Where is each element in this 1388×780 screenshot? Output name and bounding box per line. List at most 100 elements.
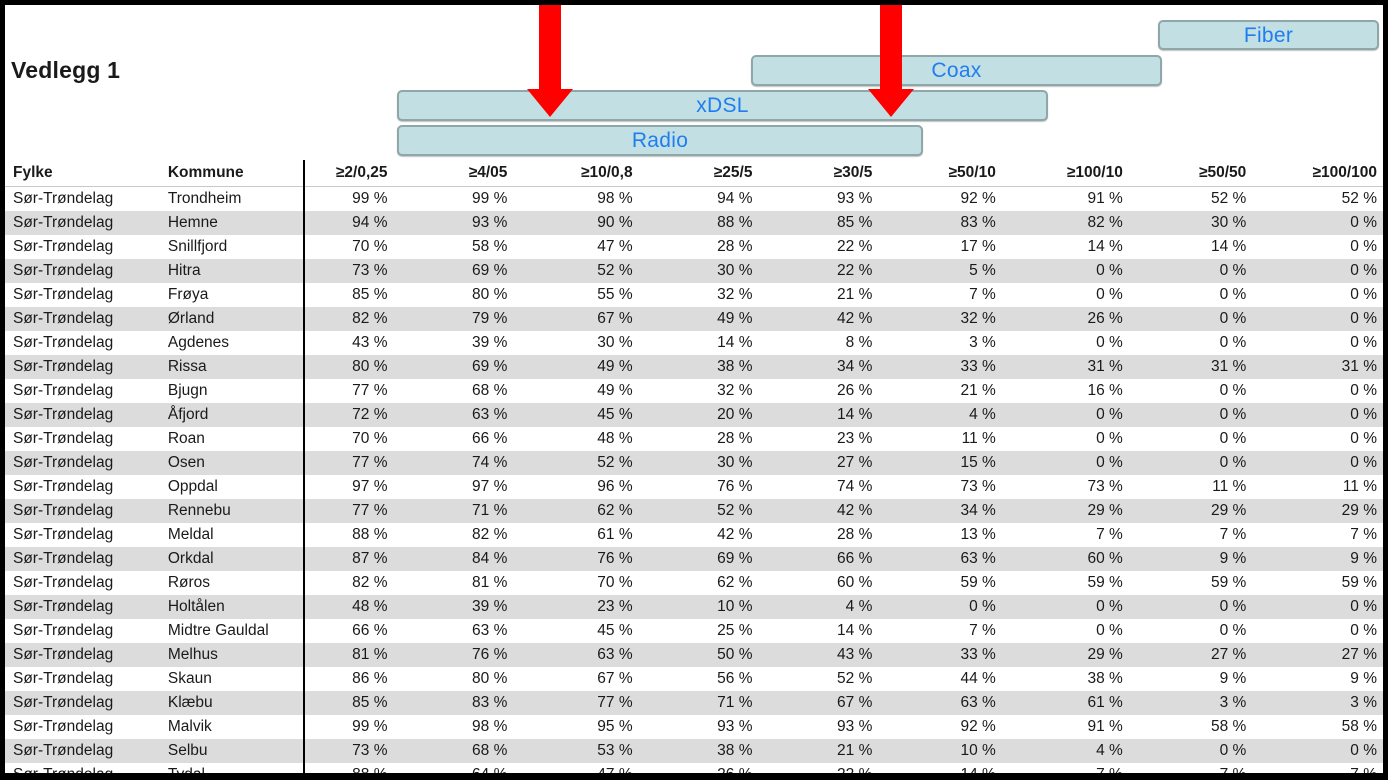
cell-coverage-1: 85 % <box>304 691 431 715</box>
table-row[interactable]: Sør-Trøndelag Trondheim 99 % 99 % 98 % 94 % 93… <box>5 186 1383 211</box>
cell-coverage-3: 76 % <box>550 547 676 571</box>
cell-coverage-1: 88 % <box>304 763 431 773</box>
cell-fylke: Sør-Trøndelag <box>13 430 114 447</box>
cell-coverage-2: 93 % <box>430 211 551 235</box>
table-row[interactable]: Sør-Trøndelag Midtre Gauldal 66 % 63 % 45 % 2… <box>5 619 1383 643</box>
column-header-2-0-25[interactable]: ≥2/0,25 <box>304 160 431 187</box>
table-row[interactable]: Sør-Trøndelag Selbu 73 % 68 % 53 % 38 % 21 % 10… <box>5 739 1383 763</box>
cell-coverage-1: 66 % <box>352 622 388 639</box>
table-row[interactable]: Sør-Trøndelag Hemne 94 % 93 % 90 % 88 % 85 % 83… <box>5 211 1383 235</box>
cell-kommune: Orkdal <box>159 547 306 571</box>
cell-coverage-1: 86 % <box>352 670 388 687</box>
cell-coverage-4: 56 % <box>717 670 753 687</box>
legend-bar-xdsl[interactable]: xDSL <box>397 90 1048 121</box>
cell-coverage-4: 42 % <box>717 526 753 543</box>
cell-coverage-8: 9 % <box>1219 670 1247 687</box>
cell-coverage-9: 58 % <box>1341 718 1377 735</box>
table-row[interactable]: Sør-Trøndelag Bjugn 77 % 68 % 49 % 32 % 26 % 21… <box>5 379 1383 403</box>
column-header-50-50[interactable]: ≥50/50 <box>1165 160 1290 187</box>
cell-fylke: Sør-Trøndelag <box>5 739 160 763</box>
cell-coverage-3: 90 % <box>550 211 676 235</box>
cell-coverage-7: 7 % <box>1096 526 1123 543</box>
legend-bar-fiber[interactable]: Fiber <box>1158 20 1379 50</box>
table-row[interactable]: Sør-Trøndelag Orkdal 87 % 84 % 76 % 69 % 66 % 6… <box>5 547 1383 571</box>
cell-coverage-2: 63 % <box>472 622 508 639</box>
table-row[interactable]: Sør-Trøndelag Roan 70 % 66 % 48 % 28 % 23 % 11 … <box>5 427 1383 451</box>
cell-coverage-9: 29 % <box>1289 499 1383 523</box>
cell-coverage-9: 0 % <box>1350 334 1377 351</box>
cell-coverage-2: 58 % <box>472 238 508 255</box>
cell-coverage-9: 0 % <box>1289 259 1383 283</box>
table-row[interactable]: Sør-Trøndelag Klæbu 85 % 83 % 77 % 71 % 67 % 63… <box>5 691 1383 715</box>
cell-kommune: Midtre Gauldal <box>159 619 306 643</box>
column-header-10-0-8[interactable]: ≥10/0,8 <box>550 160 676 187</box>
cell-coverage-5: 8 % <box>845 334 873 351</box>
table-row[interactable]: Sør-Trøndelag Melhus 81 % 76 % 63 % 50 % 43 % 3… <box>5 643 1383 667</box>
table-row[interactable]: Sør-Trøndelag Osen 77 % 74 % 52 % 30 % 27 % 15 … <box>5 451 1383 475</box>
cell-coverage-2: 71 % <box>430 499 551 523</box>
cell-coverage-8: 0 % <box>1165 739 1290 763</box>
column-header-100-100[interactable]: ≥100/100 <box>1289 160 1383 187</box>
table-row[interactable]: Sør-Trøndelag Røros 82 % 81 % 70 % 62 % 60 % 59… <box>5 571 1383 595</box>
cell-coverage-8: 59 % <box>1210 574 1247 591</box>
table-row[interactable]: Sør-Trøndelag Frøya 85 % 80 % 55 % 32 % 21 % 7 … <box>5 283 1383 307</box>
column-header-100-10[interactable]: ≥100/10 <box>1038 160 1166 187</box>
cell-coverage-6: 92 % <box>960 718 996 735</box>
cell-coverage-2: 64 % <box>430 763 551 773</box>
table-row[interactable]: Sør-Trøndelag Tydal 88 % 64 % 47 % 26 % 22 % 14… <box>5 763 1383 773</box>
table-row[interactable]: Sør-Trøndelag Skaun 86 % 80 % 67 % 56 % 52 % 44… <box>5 667 1383 691</box>
table-row[interactable]: Sør-Trøndelag Malvik 99 % 98 % 95 % 93 % 93 % 9… <box>5 715 1383 739</box>
cell-coverage-3: 23 % <box>550 595 676 619</box>
cell-coverage-5: 27 % <box>795 451 916 475</box>
column-header-50-10[interactable]: ≥50/10 <box>915 160 1039 187</box>
table-row[interactable]: Sør-Trøndelag Oppdal 97 % 97 % 96 % 76 % 74 % 7… <box>5 475 1383 499</box>
cell-coverage-2: 63 % <box>430 403 551 427</box>
cell-coverage-3: 48 % <box>597 430 633 447</box>
cell-coverage-2: 97 % <box>472 478 508 495</box>
column-header-25-5[interactable]: ≥25/5 <box>675 160 796 187</box>
cell-coverage-1: 99 % <box>352 718 388 735</box>
cell-coverage-2: 83 % <box>430 691 551 715</box>
cell-coverage-7: 91 % <box>1087 190 1123 207</box>
cell-coverage-5: 42 % <box>795 499 916 523</box>
column-header-4-05[interactable]: ≥4/05 <box>430 160 551 187</box>
legend-bar-coax[interactable]: Coax <box>751 55 1162 86</box>
cell-coverage-1: 99 % <box>352 190 388 207</box>
table-row[interactable]: Sør-Trøndelag Hitra 73 % 69 % 52 % 30 % 22 % 5 … <box>5 259 1383 283</box>
cell-coverage-1: 82 % <box>352 574 388 591</box>
table-row[interactable]: Sør-Trøndelag Ørland 82 % 79 % 67 % 49 % 42 % 3… <box>5 307 1383 331</box>
cell-fylke: Sør-Trøndelag <box>5 547 160 571</box>
table-row[interactable]: Sør-Trøndelag Rissa 80 % 69 % 49 % 38 % 34 % 33… <box>5 355 1383 379</box>
cell-coverage-1: 70 % <box>352 430 388 447</box>
table-row[interactable]: Sør-Trøndelag Holtålen 48 % 39 % 23 % 10 % 4 %… <box>5 595 1383 619</box>
column-header-30-5[interactable]: ≥30/5 <box>795 160 916 187</box>
cell-kommune: Hemne <box>159 211 306 235</box>
cell-coverage-1: 87 % <box>304 547 431 571</box>
cell-coverage-7: 0 % <box>1038 451 1166 475</box>
cell-coverage-6: 63 % <box>915 547 1039 571</box>
table-row[interactable]: Sør-Trøndelag Meldal 88 % 82 % 61 % 42 % 28 % 1… <box>5 523 1383 547</box>
column-header-kommune[interactable]: Kommune <box>159 160 306 187</box>
cell-coverage-2: 80 % <box>472 286 508 303</box>
cell-coverage-8: 0 % <box>1219 334 1247 351</box>
cell-coverage-7: 0 % <box>1096 286 1123 303</box>
cell-coverage-2: 68 % <box>472 382 508 399</box>
table-row[interactable]: Sør-Trøndelag Rennebu 77 % 71 % 62 % 52 % 42 %… <box>5 499 1383 523</box>
technology-legend-banner: Fiber Coax xDSL Radio <box>5 5 1383 160</box>
cell-coverage-7: 0 % <box>1096 430 1123 447</box>
cell-coverage-2: 76 % <box>430 643 551 667</box>
cell-coverage-4: 93 % <box>717 718 753 735</box>
cell-fylke: Sør-Trøndelag <box>5 403 160 427</box>
cell-coverage-6: 44 % <box>960 670 996 687</box>
cell-kommune: Holtålen <box>159 595 306 619</box>
cell-kommune: Osen <box>159 451 306 475</box>
cell-fylke: Sør-Trøndelag <box>13 670 114 687</box>
table-row[interactable]: Sør-Trøndelag Åfjord 72 % 63 % 45 % 20 % 14 % 4… <box>5 403 1383 427</box>
table-row[interactable]: Sør-Trøndelag Snillfjord 70 % 58 % 47 % 28 % 2… <box>5 235 1383 259</box>
legend-bar-radio[interactable]: Radio <box>397 125 923 156</box>
column-header-fylke[interactable]: Fylke <box>5 160 160 187</box>
cell-coverage-5: 23 % <box>837 430 873 447</box>
table-row[interactable]: Sør-Trøndelag Agdenes 43 % 39 % 30 % 14 % 8 % 3… <box>5 331 1383 355</box>
cell-coverage-5: 52 % <box>837 670 873 687</box>
cell-coverage-6: 83 % <box>915 211 1039 235</box>
